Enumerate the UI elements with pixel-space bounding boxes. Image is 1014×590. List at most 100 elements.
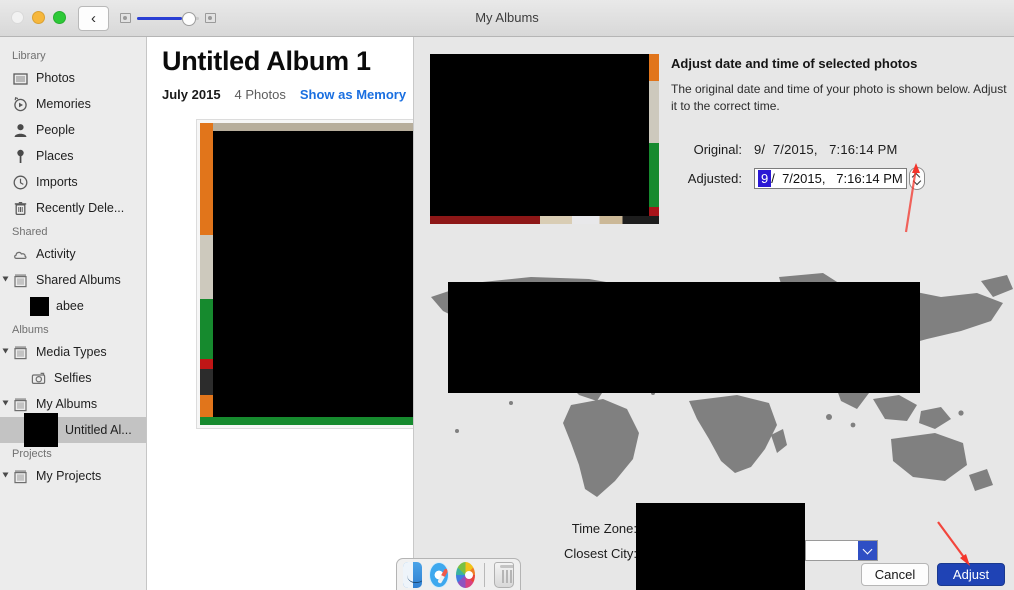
photo-edge [200, 395, 213, 417]
album-date: July 2015 [162, 87, 221, 102]
photo-edge [200, 235, 213, 299]
people-icon [14, 123, 27, 137]
album-stack-icon [14, 397, 27, 411]
photo-edge [200, 123, 213, 235]
cancel-button[interactable]: Cancel [861, 563, 929, 586]
safari-icon[interactable] [429, 561, 450, 588]
sidebar-item-label: Places [36, 149, 74, 163]
sidebar-item-label: Imports [36, 175, 78, 189]
adjust-date-time-dialog: Adjust date and time of selected photos … [413, 37, 1014, 590]
trash-icon [14, 201, 27, 215]
sidebar-item-untitled-album[interactable]: Untitled Al... [0, 413, 146, 447]
window-title: My Albums [475, 10, 539, 25]
sidebar-item-photos[interactable]: Photos [0, 65, 146, 91]
window-titlebar: ‹ My Albums [0, 0, 1014, 37]
sidebar-item-people[interactable]: People [0, 117, 146, 143]
page-title: Untitled Album 1 [162, 46, 371, 76]
sidebar-item-label: Recently Dele... [36, 201, 125, 215]
preview-edge [430, 216, 659, 224]
sidebar-item-label: Photos [36, 71, 75, 85]
chevron-down-icon[interactable] [858, 541, 877, 560]
sidebar-item-imports[interactable]: Imports [0, 169, 146, 195]
sidebar-item-label: My Projects [36, 469, 102, 483]
cloud-icon [14, 251, 27, 259]
dialog-heading: Adjust date and time of selected photos [671, 56, 918, 71]
sidebar-item-label: My Albums [36, 397, 98, 411]
sidebar-item-places[interactable]: Places [0, 143, 146, 169]
sidebar-item-shared-albums[interactable]: Shared Albums [0, 267, 146, 293]
disclosure-triangle-icon[interactable] [2, 276, 9, 282]
sidebar-item-label: Memories [36, 97, 91, 111]
sidebar-item-label: Untitled Al... [65, 423, 132, 437]
redaction-overlay [430, 54, 649, 216]
closest-city-label: Closest City: [564, 546, 637, 561]
sidebar-item-selfies[interactable]: Selfies [0, 365, 146, 391]
disclosure-triangle-icon[interactable] [2, 472, 9, 478]
sidebar-item-label: abee [56, 299, 84, 313]
redaction-overlay [636, 503, 805, 590]
sidebar-item-memories[interactable]: Memories [0, 91, 146, 117]
photos-icon [13, 72, 28, 85]
sidebar: Library Photos Memories People Places Im… [0, 37, 147, 590]
time-zone-label: Time Zone: [571, 521, 637, 536]
show-as-memory-link[interactable]: Show as Memory [300, 87, 406, 102]
sidebar-section-library: Library [12, 50, 46, 62]
sidebar-item-label: Shared Albums [36, 273, 121, 287]
imports-clock-icon [13, 175, 28, 189]
album-stack-icon [14, 469, 27, 483]
sidebar-section-shared: Shared [12, 226, 48, 238]
closest-city-dropdown[interactable] [805, 540, 878, 561]
sidebar-item-my-projects[interactable]: My Projects [0, 463, 146, 489]
dialog-description: The original date and time of your photo… [671, 82, 1007, 113]
album-meta: July 2015 4 Photos Show as Memory [162, 87, 406, 102]
adjusted-date-row: Adjusted: 9/ 7/2015, 7:16:14 PM [671, 167, 925, 190]
preview-edge [649, 81, 659, 143]
adjusted-label: Adjusted: [687, 171, 742, 186]
album-header: Untitled Album 1 July 2015 4 Photos Show… [162, 46, 406, 102]
sidebar-item-media-types[interactable]: Media Types [0, 339, 146, 365]
sidebar-item-label: People [36, 123, 75, 137]
date-stepper[interactable] [908, 167, 925, 190]
finder-icon[interactable] [403, 561, 423, 588]
places-pin-icon [17, 149, 24, 163]
sidebar-section-projects: Projects [12, 448, 52, 460]
sidebar-item-abee[interactable]: abee [0, 293, 146, 319]
sidebar-item-activity[interactable]: Activity [0, 241, 146, 267]
photos-app-window: ‹ My Albums Library Photos Memories Peop… [0, 0, 1014, 590]
photo-edge [200, 359, 213, 369]
world-map[interactable] [421, 253, 1014, 508]
album-thumbnail [24, 413, 58, 447]
adjust-button[interactable]: Adjust [937, 563, 1005, 586]
original-date-row: Original: 9/ 7/2015, 7:16:14 PM [671, 142, 898, 157]
adjusted-date-input[interactable]: 9/ 7/2015, 7:16:14 PM [754, 168, 907, 189]
adjusted-rest-segment[interactable]: / 7/2015, 7:16:14 PM [771, 171, 903, 186]
stepper-down-icon[interactable] [913, 180, 920, 184]
album-thumbnail [30, 296, 49, 316]
memories-icon [14, 96, 27, 111]
sidebar-item-label: Selfies [54, 371, 92, 385]
album-photo-count: 4 Photos [234, 87, 286, 102]
disclosure-triangle-icon[interactable] [2, 348, 9, 354]
redaction-overlay [448, 282, 920, 393]
sidebar-item-label: Media Types [36, 345, 107, 359]
album-stack-icon [14, 273, 27, 287]
sidebar-item-my-albums[interactable]: My Albums [0, 391, 146, 417]
trash-icon[interactable] [494, 561, 515, 588]
photos-icon[interactable] [456, 561, 476, 588]
dock [396, 558, 521, 590]
disclosure-triangle-icon[interactable] [2, 400, 9, 406]
photo-edge [200, 369, 213, 395]
preview-edge [649, 143, 659, 207]
dock-separator [484, 562, 486, 587]
sidebar-item-recently-deleted[interactable]: Recently Dele... [0, 195, 146, 221]
preview-edge [649, 54, 659, 81]
album-stack-icon [14, 345, 27, 359]
adjusted-month-segment[interactable]: 9 [758, 170, 772, 187]
photo-preview [430, 54, 659, 224]
original-label: Original: [693, 142, 742, 157]
sidebar-item-label: Activity [36, 247, 76, 261]
original-value: 9/ 7/2015, 7:16:14 PM [754, 142, 898, 157]
selfies-camera-icon [31, 372, 46, 384]
dialog-buttons: Cancel Adjust [861, 563, 1005, 586]
sidebar-section-albums: Albums [12, 324, 49, 336]
